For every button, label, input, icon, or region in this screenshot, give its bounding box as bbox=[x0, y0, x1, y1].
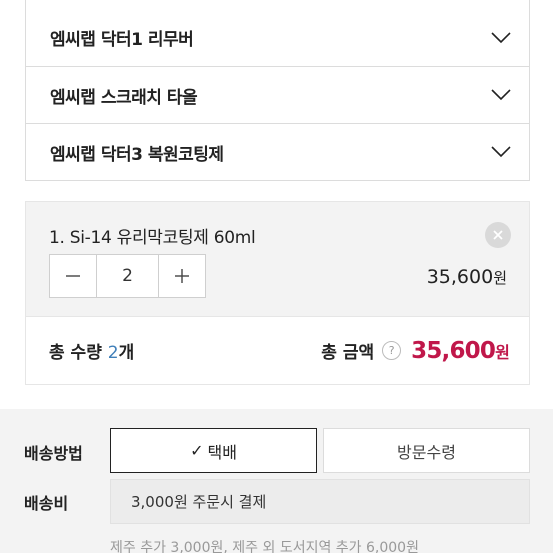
option-accordion: 엠씨랩 닥터1 리무버 엠씨랩 스크래치 타올 엠씨랩 닥터3 복원코팅제 bbox=[25, 0, 530, 181]
option-price: 35,600원 bbox=[427, 266, 507, 288]
delivery-option-parcel-button[interactable]: ✓ 택배 bbox=[110, 428, 317, 473]
total-summary: 총 수량 2개 총 금액 ? 35,600원 bbox=[25, 316, 530, 385]
total-amount-label: 총 금액 bbox=[321, 343, 375, 363]
decrease-quantity-button[interactable] bbox=[50, 255, 96, 297]
total-amount-group: 총 금액 ? 35,600원 bbox=[321, 337, 510, 364]
quantity-input[interactable]: 2 bbox=[96, 255, 159, 297]
delivery-option-label: 택배 bbox=[207, 442, 237, 462]
check-icon: ✓ bbox=[190, 441, 204, 460]
accordion-item-label: 엠씨랩 닥터3 복원코팅제 bbox=[50, 144, 224, 165]
accordion-item-towel[interactable]: 엠씨랩 스크래치 타올 bbox=[26, 66, 529, 123]
total-quantity-label: 총 수량 bbox=[49, 343, 102, 363]
delivery-option-label: 방문수령 bbox=[397, 442, 456, 462]
delivery-fee-label: 배송비 bbox=[24, 494, 69, 513]
total-quantity: 총 수량 2개 bbox=[49, 338, 134, 363]
accordion-item-coating[interactable]: 엠씨랩 닥터3 복원코팅제 bbox=[26, 123, 529, 180]
accordion-item-label: 엠씨랩 스크래치 타올 bbox=[50, 87, 198, 108]
delivery-option-pickup-button[interactable]: 방문수령 bbox=[323, 428, 530, 473]
total-quantity-unit: 개 bbox=[118, 343, 135, 363]
delivery-section: 배송방법 ✓ 택배 방문수령 배송비 3,000원 주문시 결제 제주 추가 3… bbox=[0, 409, 553, 553]
delivery-fee-note: 제주 추가 3,000원, 제주 외 도서지역 추가 6,000원 bbox=[110, 540, 419, 553]
quantity-stepper: 2 bbox=[49, 254, 206, 298]
remove-option-button[interactable] bbox=[485, 222, 511, 248]
selected-option-box: 1. Si-14 유리막코팅제 60ml 2 35,600원 bbox=[25, 201, 530, 316]
chevron-down-icon bbox=[491, 146, 511, 158]
increase-quantity-button[interactable] bbox=[159, 255, 205, 297]
delivery-method-label: 배송방법 bbox=[24, 444, 83, 463]
accordion-item-remover[interactable]: 엠씨랩 닥터1 리무버 bbox=[26, 9, 529, 66]
selected-option-title: 1. Si-14 유리막코팅제 60ml bbox=[49, 228, 256, 248]
minus-icon bbox=[66, 275, 80, 277]
total-amount: 35,600원 bbox=[411, 337, 510, 364]
accordion-item-label: 엠씨랩 닥터1 리무버 bbox=[50, 30, 194, 50]
help-icon[interactable]: ? bbox=[382, 341, 402, 360]
total-quantity-value: 2 bbox=[107, 343, 119, 363]
option-price-unit: 원 bbox=[493, 269, 507, 287]
chevron-down-icon bbox=[491, 89, 511, 101]
close-icon bbox=[493, 230, 503, 240]
chevron-down-icon bbox=[491, 31, 511, 43]
plus-icon bbox=[175, 269, 189, 283]
delivery-fee-value: 3,000원 주문시 결제 bbox=[110, 479, 530, 524]
total-amount-value: 35,600 bbox=[411, 337, 496, 364]
total-amount-unit: 원 bbox=[495, 342, 510, 362]
option-price-value: 35,600 bbox=[426, 266, 494, 288]
